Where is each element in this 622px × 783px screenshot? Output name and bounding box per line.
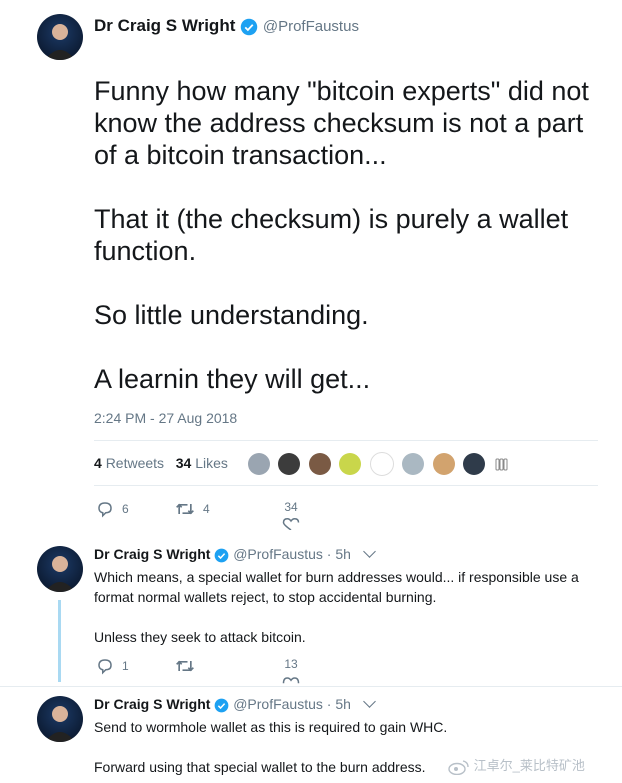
display-name[interactable]: Dr Craig S Wright [94, 546, 210, 562]
more-likers-icon[interactable] [494, 456, 510, 472]
retweets-stat[interactable]: 4 Retweets [94, 455, 168, 471]
handle[interactable]: @ProfFaustus [233, 546, 323, 562]
liker-avatar[interactable] [463, 453, 486, 475]
liker-avatar[interactable] [248, 453, 270, 475]
reply-time[interactable]: · 5h [327, 696, 351, 712]
reply-button[interactable]: 1 [96, 657, 129, 675]
handle[interactable]: @ProfFaustus [233, 696, 323, 712]
reply-icon [98, 502, 112, 518]
likes-label: Likes [195, 455, 228, 471]
like-count: 13 [284, 657, 298, 671]
thread-connector [58, 600, 61, 682]
retweet-icon [176, 660, 194, 672]
likers-avatars [248, 452, 510, 476]
tweet-text: Funny how many "bitcoin experts" did not… [94, 75, 604, 395]
reply-count: 1 [122, 659, 129, 673]
avatar[interactable] [37, 14, 83, 60]
tweet-author: Dr Craig S Wright @ProfFaustus [94, 16, 359, 36]
retweets-label: Retweets [105, 455, 165, 471]
like-count: 34 [284, 500, 298, 514]
liker-avatar[interactable] [369, 452, 394, 476]
tweet-paragraph: That it (the checksum) is purely a walle… [94, 204, 569, 266]
heart-icon [282, 677, 300, 684]
handle[interactable]: @ProfFaustus [263, 18, 359, 35]
liker-avatar[interactable] [402, 453, 425, 475]
chevron-down-icon[interactable] [362, 695, 376, 708]
liker-avatar[interactable] [339, 453, 362, 475]
watermark-text: 江卓尔_莱比特矿池 [473, 758, 585, 773]
verified-badge-icon [240, 18, 258, 35]
reply-header: Dr Craig S Wright @ProfFaustus · 5h [94, 695, 376, 713]
liker-avatar[interactable] [432, 453, 455, 475]
retweet-button[interactable] [175, 657, 203, 675]
weibo-logo-icon [448, 759, 469, 775]
reply-icon [98, 659, 112, 675]
tweet-paragraph: So little understanding. [94, 300, 369, 330]
like-button[interactable]: 34 [282, 500, 300, 530]
reply-button[interactable]: 6 [96, 500, 129, 518]
reply-paragraph: Send to wormhole wallet as this is requi… [94, 719, 448, 735]
heart-icon [282, 518, 300, 530]
tweet-timestamp[interactable]: 2:24 PM - 27 Aug 2018 [94, 410, 237, 426]
reply-text: Which means, a special wallet for burn a… [94, 567, 594, 647]
liker-avatar[interactable] [278, 453, 301, 475]
watermark: 江卓尔_莱比特矿池 [448, 755, 585, 775]
avatar[interactable] [37, 696, 83, 742]
display-name[interactable]: Dr Craig S Wright [94, 696, 210, 712]
display-name[interactable]: Dr Craig S Wright [94, 16, 235, 35]
chevron-down-icon[interactable] [362, 545, 376, 558]
retweet-icon [176, 503, 194, 515]
avatar[interactable] [37, 546, 83, 592]
tweet-paragraph: Funny how many "bitcoin experts" did not… [94, 76, 589, 170]
retweet-button[interactable]: 4 [175, 500, 210, 518]
verified-badge-icon [214, 548, 229, 563]
retweet-count: 4 [203, 502, 210, 516]
reply-header: Dr Craig S Wright @ProfFaustus · 5h [94, 545, 376, 563]
like-button[interactable]: 13 [282, 657, 300, 685]
reply-time[interactable]: · 5h [327, 546, 351, 562]
divider [94, 485, 598, 486]
divider [94, 440, 598, 441]
reply-paragraph: Which means, a special wallet for burn a… [94, 569, 579, 605]
retweets-count: 4 [94, 455, 102, 471]
likes-count: 34 [175, 455, 192, 471]
tweet-paragraph: A learnin they will get... [94, 364, 371, 394]
likes-stat[interactable]: 34 Likes [176, 455, 228, 471]
tweet-stats: 4 Retweets 34 Likes [94, 455, 228, 471]
divider [0, 686, 622, 687]
reply-paragraph: Unless they seek to attack bitcoin. [94, 629, 306, 645]
reply-count: 6 [122, 502, 129, 516]
verified-badge-icon [214, 698, 229, 713]
liker-avatar[interactable] [308, 453, 331, 475]
